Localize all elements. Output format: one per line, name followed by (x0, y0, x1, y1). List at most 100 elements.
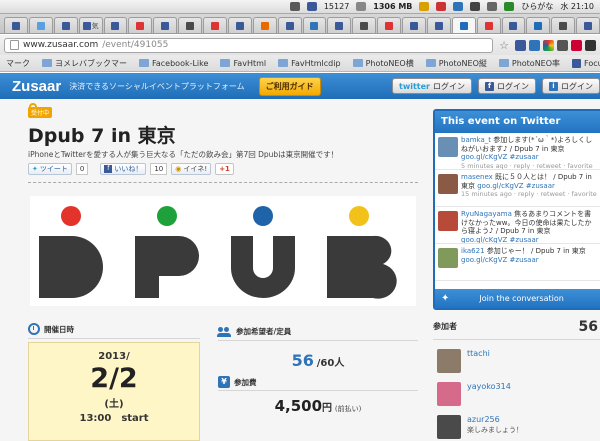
tweet-avatar[interactable] (438, 248, 458, 268)
browser-tab[interactable] (476, 17, 501, 33)
blue-extension-icon[interactable] (529, 39, 540, 51)
folder-icon (352, 59, 363, 67)
browser-tab[interactable] (426, 17, 451, 33)
twitter-login-button[interactable]: twitter ログイン (392, 78, 472, 94)
tweet-user[interactable]: ika621 (461, 247, 485, 255)
menubar-input-method[interactable]: ひらがな (521, 1, 553, 12)
browser-tab[interactable] (451, 17, 476, 33)
browser-tab[interactable] (501, 17, 526, 33)
bookmark-star-icon[interactable]: ☆ (499, 39, 509, 52)
tweet-button[interactable]: ✦ ツイート (28, 163, 72, 175)
tab-favicon-icon (434, 21, 443, 30)
participant-avatar[interactable] (437, 382, 461, 406)
tweet-link[interactable]: goo.gl/cKgVZ #zusaar (461, 236, 539, 244)
url-host: www.zusaar.com (23, 40, 99, 50)
bookmark-item[interactable]: Facebook-Like (139, 59, 208, 68)
browser-tab[interactable] (277, 17, 302, 33)
bookmark-item[interactable]: PhotoNEO縦 (425, 58, 487, 69)
menubar-wifi-icon[interactable] (470, 2, 481, 11)
user-guide-button[interactable]: ご利用ガイド (258, 76, 321, 96)
browser-tab[interactable] (377, 17, 401, 33)
extension-icons (515, 39, 596, 51)
bookmark-item[interactable]: FocusHtmlNEO (572, 58, 600, 68)
tweet-user[interactable]: bamka_t (461, 136, 491, 144)
browser-tab[interactable] (28, 17, 53, 33)
participant-avatar[interactable] (437, 415, 461, 439)
facebook-like-button[interactable]: f いいね！ (100, 163, 147, 175)
capacity-heading-label: 参加希望者/定員 (236, 327, 292, 336)
menubar-status-icon[interactable] (419, 2, 430, 11)
participant-name[interactable]: yayoko314 (467, 382, 511, 391)
mixi-iine-button[interactable]: ◉ イイネ! (171, 163, 212, 175)
tab-favicon-icon (161, 21, 170, 30)
menubar-clock[interactable]: 水 21:10 (560, 1, 594, 12)
google-plus-button[interactable]: +1 (215, 163, 234, 175)
tweet-meta[interactable]: 5 minutes ago · reply · retweet · favori… (461, 162, 597, 170)
browser-tab[interactable] (402, 17, 426, 33)
participants-heading: 参加者 (433, 322, 457, 331)
tab-label: 気 (91, 21, 99, 30)
folder-icon (220, 59, 231, 67)
browser-tab[interactable] (103, 17, 128, 33)
tweet-link[interactable]: goo.gl/cKgVZ #zusaar (461, 256, 539, 264)
join-conversation-bar[interactable]: ✦ Join the conversation (435, 289, 600, 308)
bookmark-label: FocusHtmlNEO (584, 58, 600, 68)
menubar-volume-icon[interactable] (487, 2, 498, 11)
browser-tab[interactable] (252, 17, 277, 33)
color-extension-icon[interactable] (543, 39, 554, 51)
browser-tab[interactable] (178, 17, 202, 33)
menu-extension-icon[interactable] (585, 39, 596, 51)
tweet-user[interactable]: masenex (461, 173, 493, 181)
schedule-heading-label: 開催日時 (44, 324, 74, 334)
facebook-login-button[interactable]: f ログイン (478, 78, 536, 94)
facebook-extension-icon[interactable] (515, 39, 526, 51)
browser-tab[interactable] (53, 17, 78, 33)
tweet-link[interactable]: goo.gl/cKgVZ #zusaar (477, 182, 555, 190)
browser-tab[interactable] (526, 17, 551, 33)
bookmark-item[interactable]: FavHtmlcdip (278, 59, 341, 68)
bookmark-item[interactable]: PhotoNEO率 (498, 58, 560, 69)
tweet-avatar[interactable] (438, 137, 458, 157)
tweet-link[interactable]: goo.gl/cKgVZ #zusaar (461, 153, 539, 161)
menubar-app-icon[interactable] (289, 2, 300, 11)
browser-tab[interactable] (153, 17, 178, 33)
browser-tab[interactable] (302, 17, 327, 33)
menubar-facebook-icon[interactable] (306, 2, 317, 11)
bookmark-item[interactable]: マーク (6, 58, 30, 69)
menubar-cpu-icon[interactable] (356, 2, 367, 11)
banner-letter-d (39, 236, 103, 298)
browser-tab[interactable] (327, 17, 352, 33)
divider (28, 182, 418, 183)
tweet-list: bamka_t 参加します(*´ω｀*)よろしくしねがいおます♪ / Dpub … (435, 133, 600, 281)
social-share-bar: ✦ ツイート 0 f いいね！ 10 ◉ イイネ! +1 (28, 163, 234, 175)
event-title: Dpub 7 in 東京 (28, 125, 176, 147)
address-bar[interactable]: www.zusaar.com/event/491055 (4, 37, 494, 53)
bookmark-item[interactable]: ヨメレバブックマー (42, 58, 127, 69)
browser-tab[interactable] (128, 17, 153, 33)
tab-favicon-icon (210, 21, 219, 30)
participant-name[interactable]: ttachi (467, 349, 490, 358)
browser-tab[interactable] (4, 17, 28, 33)
menubar-battery-icon[interactable] (504, 2, 515, 11)
participant-name[interactable]: azur256 (467, 415, 500, 424)
browser-tab[interactable] (227, 17, 252, 33)
tweet-user[interactable]: RyuNagayama (461, 210, 512, 218)
browser-tab[interactable]: 気 (78, 17, 103, 33)
bookmark-item[interactable]: FavHtml (220, 59, 266, 68)
other-login-button[interactable]: i ログイン (542, 78, 600, 94)
tweet-avatar[interactable] (438, 211, 458, 231)
browser-tab[interactable] (551, 17, 576, 33)
dark-extension-icon[interactable] (557, 39, 568, 51)
browser-tab[interactable] (576, 17, 600, 33)
tweet-meta[interactable]: 15 minutes ago · reply · retweet · favor… (461, 190, 597, 199)
zusaar-logo[interactable]: Zusaar (12, 78, 61, 95)
menubar-alert-icon[interactable] (436, 2, 447, 11)
menubar-sync-icon[interactable] (453, 2, 464, 11)
tab-favicon-icon (285, 21, 294, 30)
browser-tab[interactable] (203, 17, 227, 33)
bookmark-item[interactable]: PhotoNEO横 (352, 58, 414, 69)
red-extension-icon[interactable] (571, 39, 582, 51)
browser-tab[interactable] (352, 17, 377, 33)
participant-avatar[interactable] (437, 349, 461, 373)
tweet-avatar[interactable] (438, 174, 458, 194)
